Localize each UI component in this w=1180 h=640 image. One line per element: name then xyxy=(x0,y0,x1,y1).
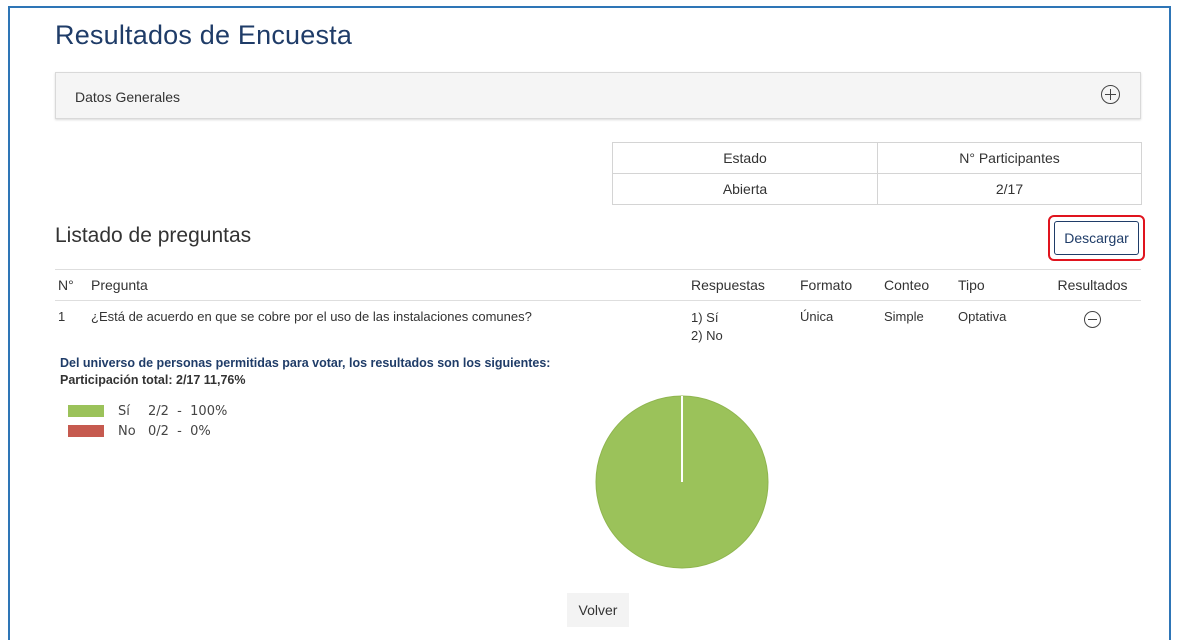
legend-item: No 0/2 - 0% xyxy=(68,421,227,441)
legend-swatch-si xyxy=(68,405,104,417)
datos-generales-panel[interactable]: Datos Generales xyxy=(55,72,1141,119)
legend-percent: 0% xyxy=(190,423,211,439)
legend-label: No xyxy=(118,423,136,439)
legend-count: 2/2 xyxy=(148,403,169,419)
question-count: Simple xyxy=(884,309,924,324)
plus-circle-icon[interactable] xyxy=(1101,85,1120,104)
panel-title: Datos Generales xyxy=(75,89,181,105)
results-summary-text: Del universo de personas permitidas para… xyxy=(60,356,551,370)
estado-value: Abierta xyxy=(612,173,878,205)
question-type: Optativa xyxy=(958,309,1007,324)
back-button[interactable]: Volver xyxy=(567,593,629,627)
chart-legend: Sí 2/2 - 100% No 0/2 - 0% xyxy=(68,401,227,441)
col-header-pregunta: Pregunta xyxy=(91,269,691,301)
page-title: Resultados de Encuesta xyxy=(55,20,353,50)
participation-total: Participación total: 2/17 11,76% xyxy=(60,373,246,387)
question-results xyxy=(1044,301,1141,346)
participantes-value: 2/17 xyxy=(877,173,1142,205)
legend-swatch-no xyxy=(68,425,104,437)
status-table: Estado N° Participantes Abierta 2/17 xyxy=(612,142,1142,205)
answer-option: 1) Sí xyxy=(691,310,719,325)
col-header-resultados: Resultados xyxy=(1044,269,1141,301)
participantes-header: N° Participantes xyxy=(877,142,1142,174)
results-pie-chart xyxy=(595,395,769,569)
download-button[interactable]: Descargar xyxy=(1054,221,1139,255)
question-answers: 1) Sí 2) No xyxy=(691,301,800,346)
question-format: Única xyxy=(800,309,834,324)
questions-list-title: Listado de preguntas xyxy=(55,224,252,247)
col-header-n: N° xyxy=(55,269,91,301)
legend-count: 0/2 xyxy=(148,423,169,439)
col-header-conteo: Conteo xyxy=(884,269,958,301)
estado-header: Estado xyxy=(612,142,878,174)
minus-circle-icon[interactable] xyxy=(1084,311,1101,328)
download-highlight: Descargar xyxy=(1048,215,1145,261)
questions-table: N° Pregunta Respuestas Formato Conteo Ti… xyxy=(55,269,1141,345)
questions-header-row: N° Pregunta Respuestas Formato Conteo Ti… xyxy=(55,269,1141,301)
legend-separator: - xyxy=(168,423,191,439)
question-number: 1 xyxy=(58,309,66,324)
legend-item: Sí 2/2 - 100% xyxy=(68,401,227,421)
legend-label: Sí xyxy=(118,403,130,419)
results-summary: Del universo de personas permitidas para… xyxy=(60,356,550,387)
table-row: 1 ¿Está de acuerdo en que se cobre por e… xyxy=(55,301,1141,346)
col-header-formato: Formato xyxy=(800,269,884,301)
col-header-tipo: Tipo xyxy=(958,269,1044,301)
question-text: ¿Está de acuerdo en que se cobre por el … xyxy=(91,309,532,324)
col-header-respuestas: Respuestas xyxy=(691,269,800,301)
legend-separator: - xyxy=(168,403,191,419)
legend-percent: 100% xyxy=(190,403,228,419)
answer-option: 2) No xyxy=(691,328,723,343)
